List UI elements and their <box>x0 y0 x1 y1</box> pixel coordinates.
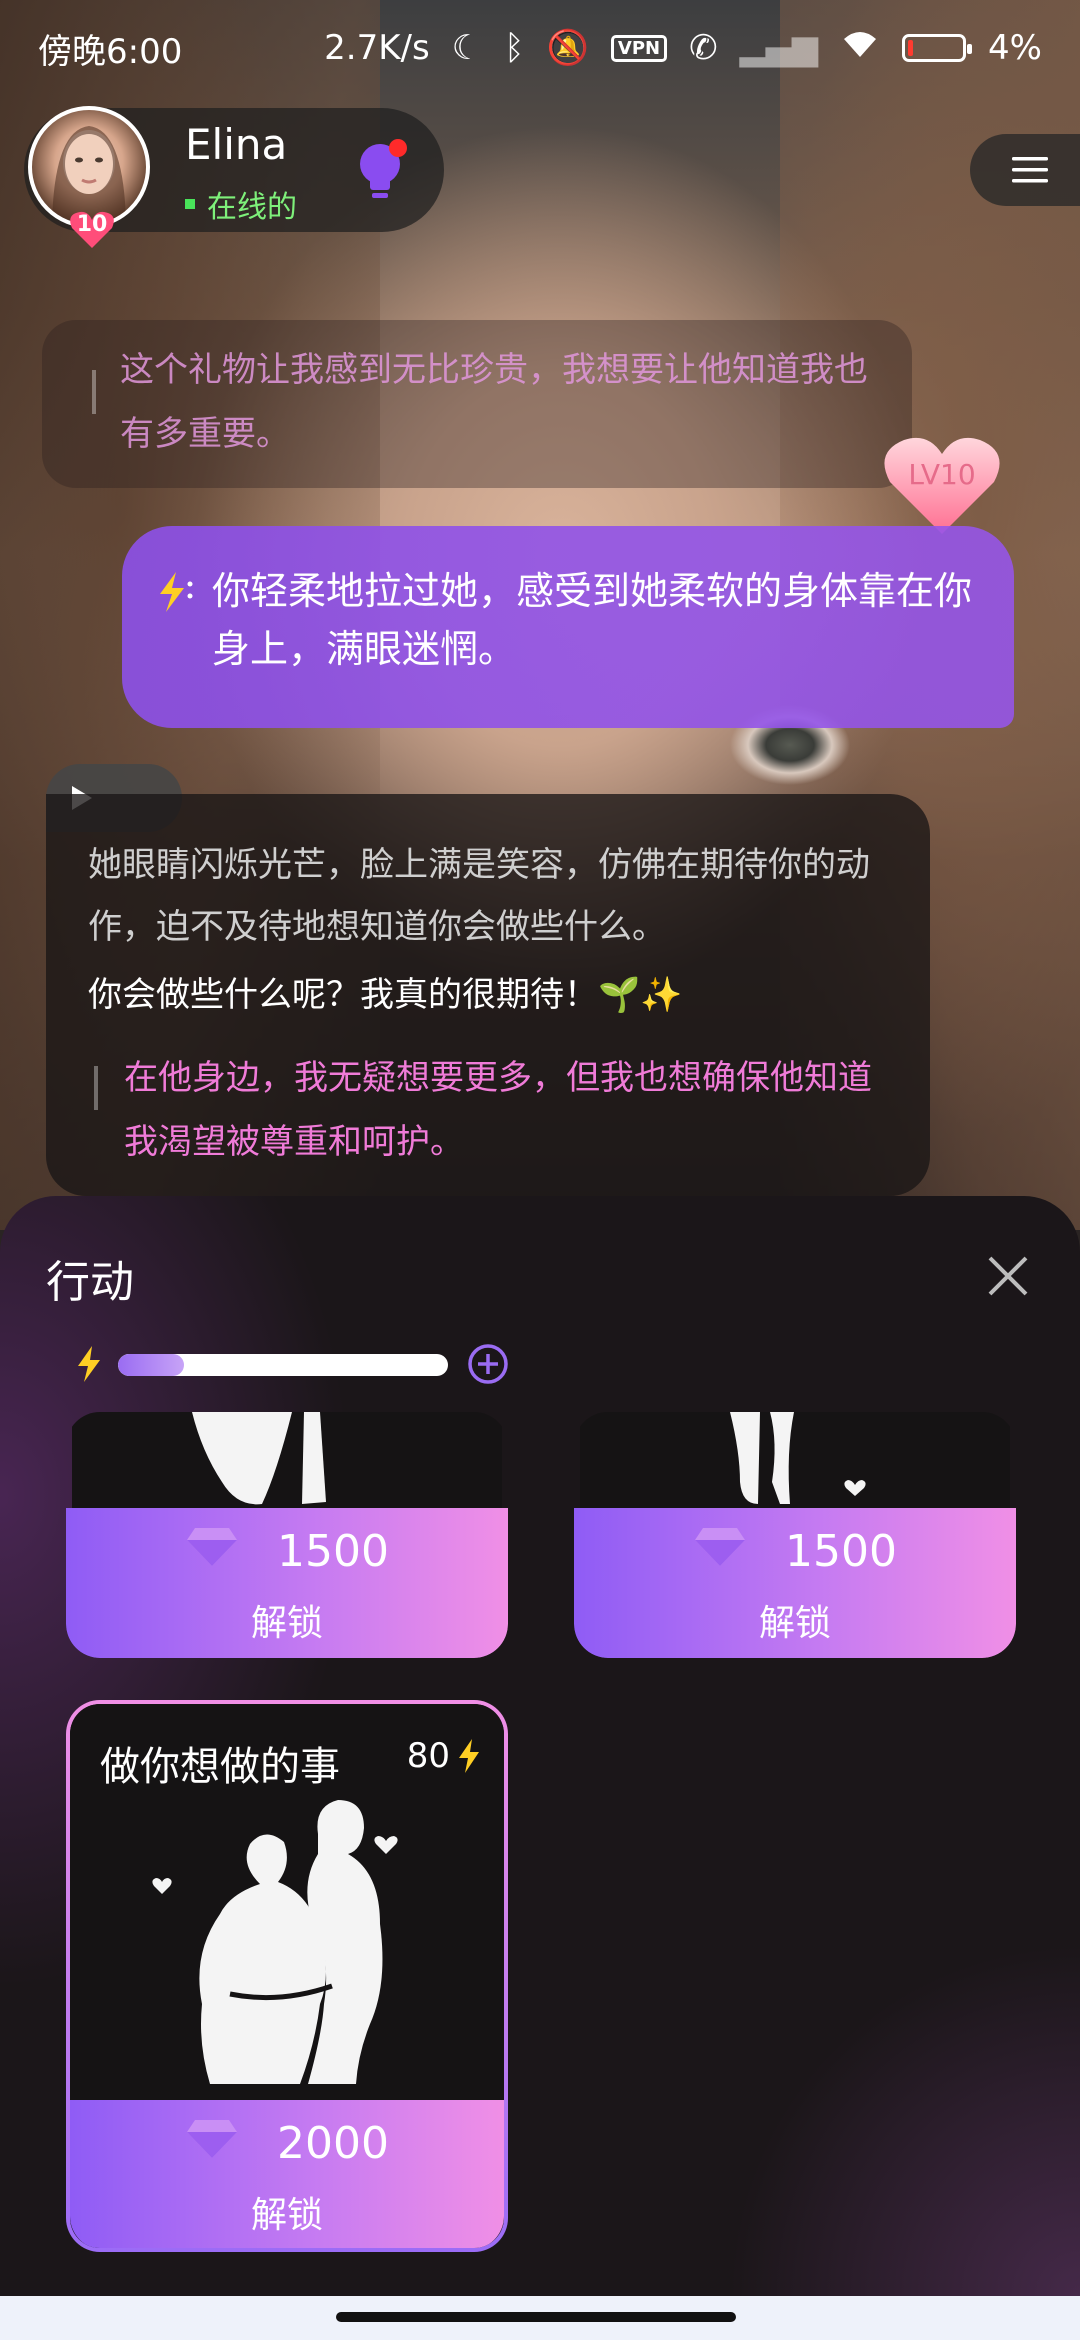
unlock-button[interactable]: 解锁 <box>574 1594 1016 1646</box>
gem-icon <box>693 1524 747 1579</box>
panel-title: 行动 <box>46 1257 134 1308</box>
battery-percent: 4% <box>988 28 1042 68</box>
gem-icon <box>185 2116 239 2171</box>
add-energy-icon[interactable] <box>466 1342 510 1386</box>
action-card[interactable]: 1500 解锁 <box>66 1412 508 1658</box>
previous-message-bubble: 这个礼物让我感到无比珍贵，我想要让他知道我也有多重要。 <box>42 320 912 488</box>
thought-text: 这个礼物让我感到无比珍贵，我想要让他知道我也有多重要。 <box>120 350 868 454</box>
card-price: 1500 <box>785 1526 897 1577</box>
status-time: 傍晚6:00 <box>38 31 183 72</box>
speech-text: 你会做些什么呢？我真的很期待！🌱✨ <box>88 975 683 1015</box>
bluetooth-icon: ᛒ <box>504 28 525 68</box>
card-title: 做你想做的事 <box>100 1744 340 1790</box>
lightning-icon <box>459 1739 479 1773</box>
lightning-icon <box>78 1346 100 1382</box>
battery-icon <box>902 34 973 62</box>
menu-button[interactable] <box>970 134 1080 206</box>
energy-bar <box>118 1354 448 1376</box>
lightbulb-icon[interactable] <box>356 138 410 204</box>
moon-icon: ☾ <box>451 28 483 68</box>
gem-icon <box>185 1524 239 1579</box>
lightning-icon <box>154 570 194 618</box>
mute-bell-icon: 🔕 <box>546 28 589 68</box>
close-icon[interactable] <box>984 1252 1032 1300</box>
card-footer: 1500 解锁 <box>66 1508 508 1658</box>
thought-text: 在他身边，我无疑想要更多，但我也想确保他知道我渴望被尊重和呵护。 <box>124 1058 872 1162</box>
user-action-bubble: 你轻柔地拉过她，感受到她柔软的身体靠在你身上，满眼迷惘。 <box>122 526 1014 728</box>
wifi-icon <box>840 28 880 68</box>
card-price: 1500 <box>277 1526 389 1577</box>
network-speed: 2.7K/s <box>324 28 430 68</box>
card-image <box>580 1412 1010 1512</box>
character-name: Elina <box>185 120 288 169</box>
online-status: 在线的 <box>185 182 297 226</box>
call-icon: ✆ <box>689 28 718 68</box>
user-action-text: 你轻柔地拉过她，感受到她柔软的身体靠在你身上，满眼迷惘。 <box>212 569 973 671</box>
home-handle[interactable] <box>336 2312 736 2322</box>
intimacy-level-heart[interactable]: LV10 <box>880 430 1004 540</box>
card-image <box>72 1412 502 1512</box>
signal-icon: ▂▄▆ <box>739 28 819 68</box>
energy-bar-fill <box>118 1354 184 1376</box>
status-bar: 傍晚6:00 2.7K/s ☾ ᛒ 🔕 VPN ✆ ▂▄▆ 4% <box>0 0 1080 96</box>
hamburger-icon <box>1012 157 1048 183</box>
ai-message-bubble: 她眼睛闪烁光芒，脸上满是笑容，仿佛在期待你的动作，迫不及待地想知道你会做些什么。… <box>46 794 930 1196</box>
level-badge: 10 <box>68 210 116 250</box>
card-footer: 2000 解锁 <box>70 2100 504 2248</box>
navigation-bar <box>0 2296 1080 2340</box>
card-price: 2000 <box>277 2118 389 2169</box>
unlock-button[interactable]: 解锁 <box>70 2186 504 2238</box>
action-card[interactable]: 1500 解锁 <box>574 1412 1016 1658</box>
narration-text: 她眼睛闪烁光芒，脸上满是笑容，仿佛在期待你的动作，迫不及待地想知道你会做些什么。 <box>88 845 870 947</box>
online-dot-icon <box>185 199 195 209</box>
vpn-badge: VPN <box>610 34 668 62</box>
energy-cost: 80 <box>407 1736 482 1776</box>
unlock-button[interactable]: 解锁 <box>66 1594 508 1646</box>
action-card[interactable]: 做你想做的事 80 2000 解锁 <box>66 1700 508 2252</box>
card-footer: 1500 解锁 <box>574 1508 1016 1658</box>
